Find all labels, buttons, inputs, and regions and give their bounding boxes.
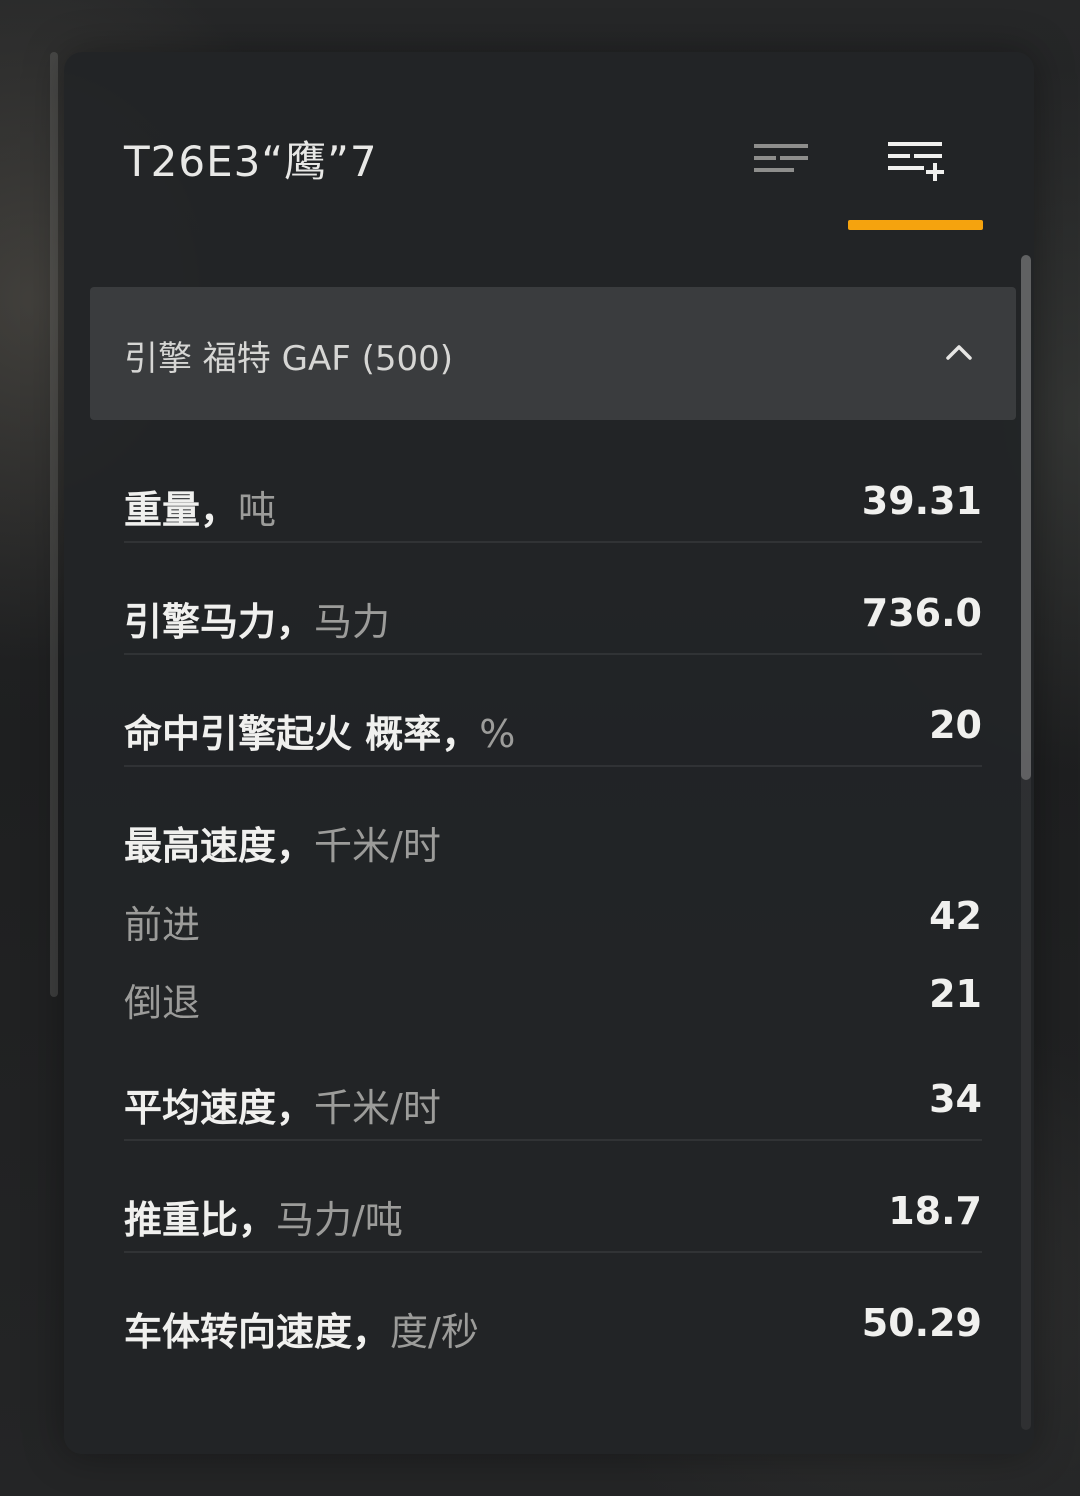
row-divider (124, 653, 982, 655)
stat-value: 21 (929, 972, 982, 1016)
stat-row-top-speed: 最高速度，千米/时 (124, 769, 982, 879)
stat-value: 736.0 (861, 591, 982, 635)
stat-row-avg-speed: 平均速度，千米/时 34 (124, 1031, 982, 1141)
stat-value: 34 (929, 1077, 982, 1121)
stat-value: 50.29 (861, 1301, 982, 1345)
stat-label: 车体转向速度，度/秒 (124, 1310, 479, 1354)
stat-value: 18.7 (888, 1189, 982, 1233)
list-add-icon (888, 142, 944, 181)
stat-row-traverse: 车体转向速度，度/秒 50.29 (124, 1255, 982, 1365)
stat-label: 重量，吨 (124, 488, 277, 532)
stat-subrow-forward: 前进 42 (124, 884, 982, 947)
stat-value: 39.31 (861, 479, 982, 523)
stat-subrow-reverse: 倒退 21 (124, 962, 982, 1025)
stat-row-fire-chance: 命中引擎起火 概率，% 20 (124, 657, 982, 767)
stat-label: 命中引擎起火 概率，% (124, 712, 516, 756)
stat-row-power-ratio: 推重比，马力/吨 18.7 (124, 1143, 982, 1253)
stat-row-weight: 重量，吨 39.31 (124, 433, 982, 543)
row-divider (124, 765, 982, 767)
stat-sublabel: 倒退 (124, 981, 201, 1025)
stat-label: 推重比，马力/吨 (124, 1198, 403, 1242)
stat-label: 平均速度，千米/时 (124, 1086, 441, 1130)
chevron-up-icon (946, 345, 972, 360)
stat-value: 42 (929, 894, 982, 938)
stat-label: 引擎马力，马力 (124, 600, 391, 644)
stat-row-horsepower: 引擎马力，马力 736.0 (124, 545, 982, 655)
vehicle-name: T26E3“鹰”7 (124, 137, 378, 186)
row-divider (124, 1251, 982, 1253)
scrollbar-thumb[interactable] (1021, 255, 1031, 780)
engine-section-title: 引擎 福特 GAF (500) (124, 339, 454, 379)
stat-sublabel: 前进 (124, 903, 201, 947)
list-icon (754, 144, 808, 172)
stat-label: 最高速度，千米/时 (124, 824, 441, 868)
row-divider (124, 541, 982, 543)
stat-value: 20 (929, 703, 982, 747)
engine-section-header[interactable]: 引擎 福特 GAF (500) (90, 287, 1016, 420)
active-tab-indicator (848, 220, 983, 230)
background-panel-edge (50, 52, 58, 997)
row-divider (124, 1139, 982, 1141)
tab-advanced-stats[interactable] (882, 130, 952, 190)
tab-basic-stats[interactable] (748, 130, 818, 190)
